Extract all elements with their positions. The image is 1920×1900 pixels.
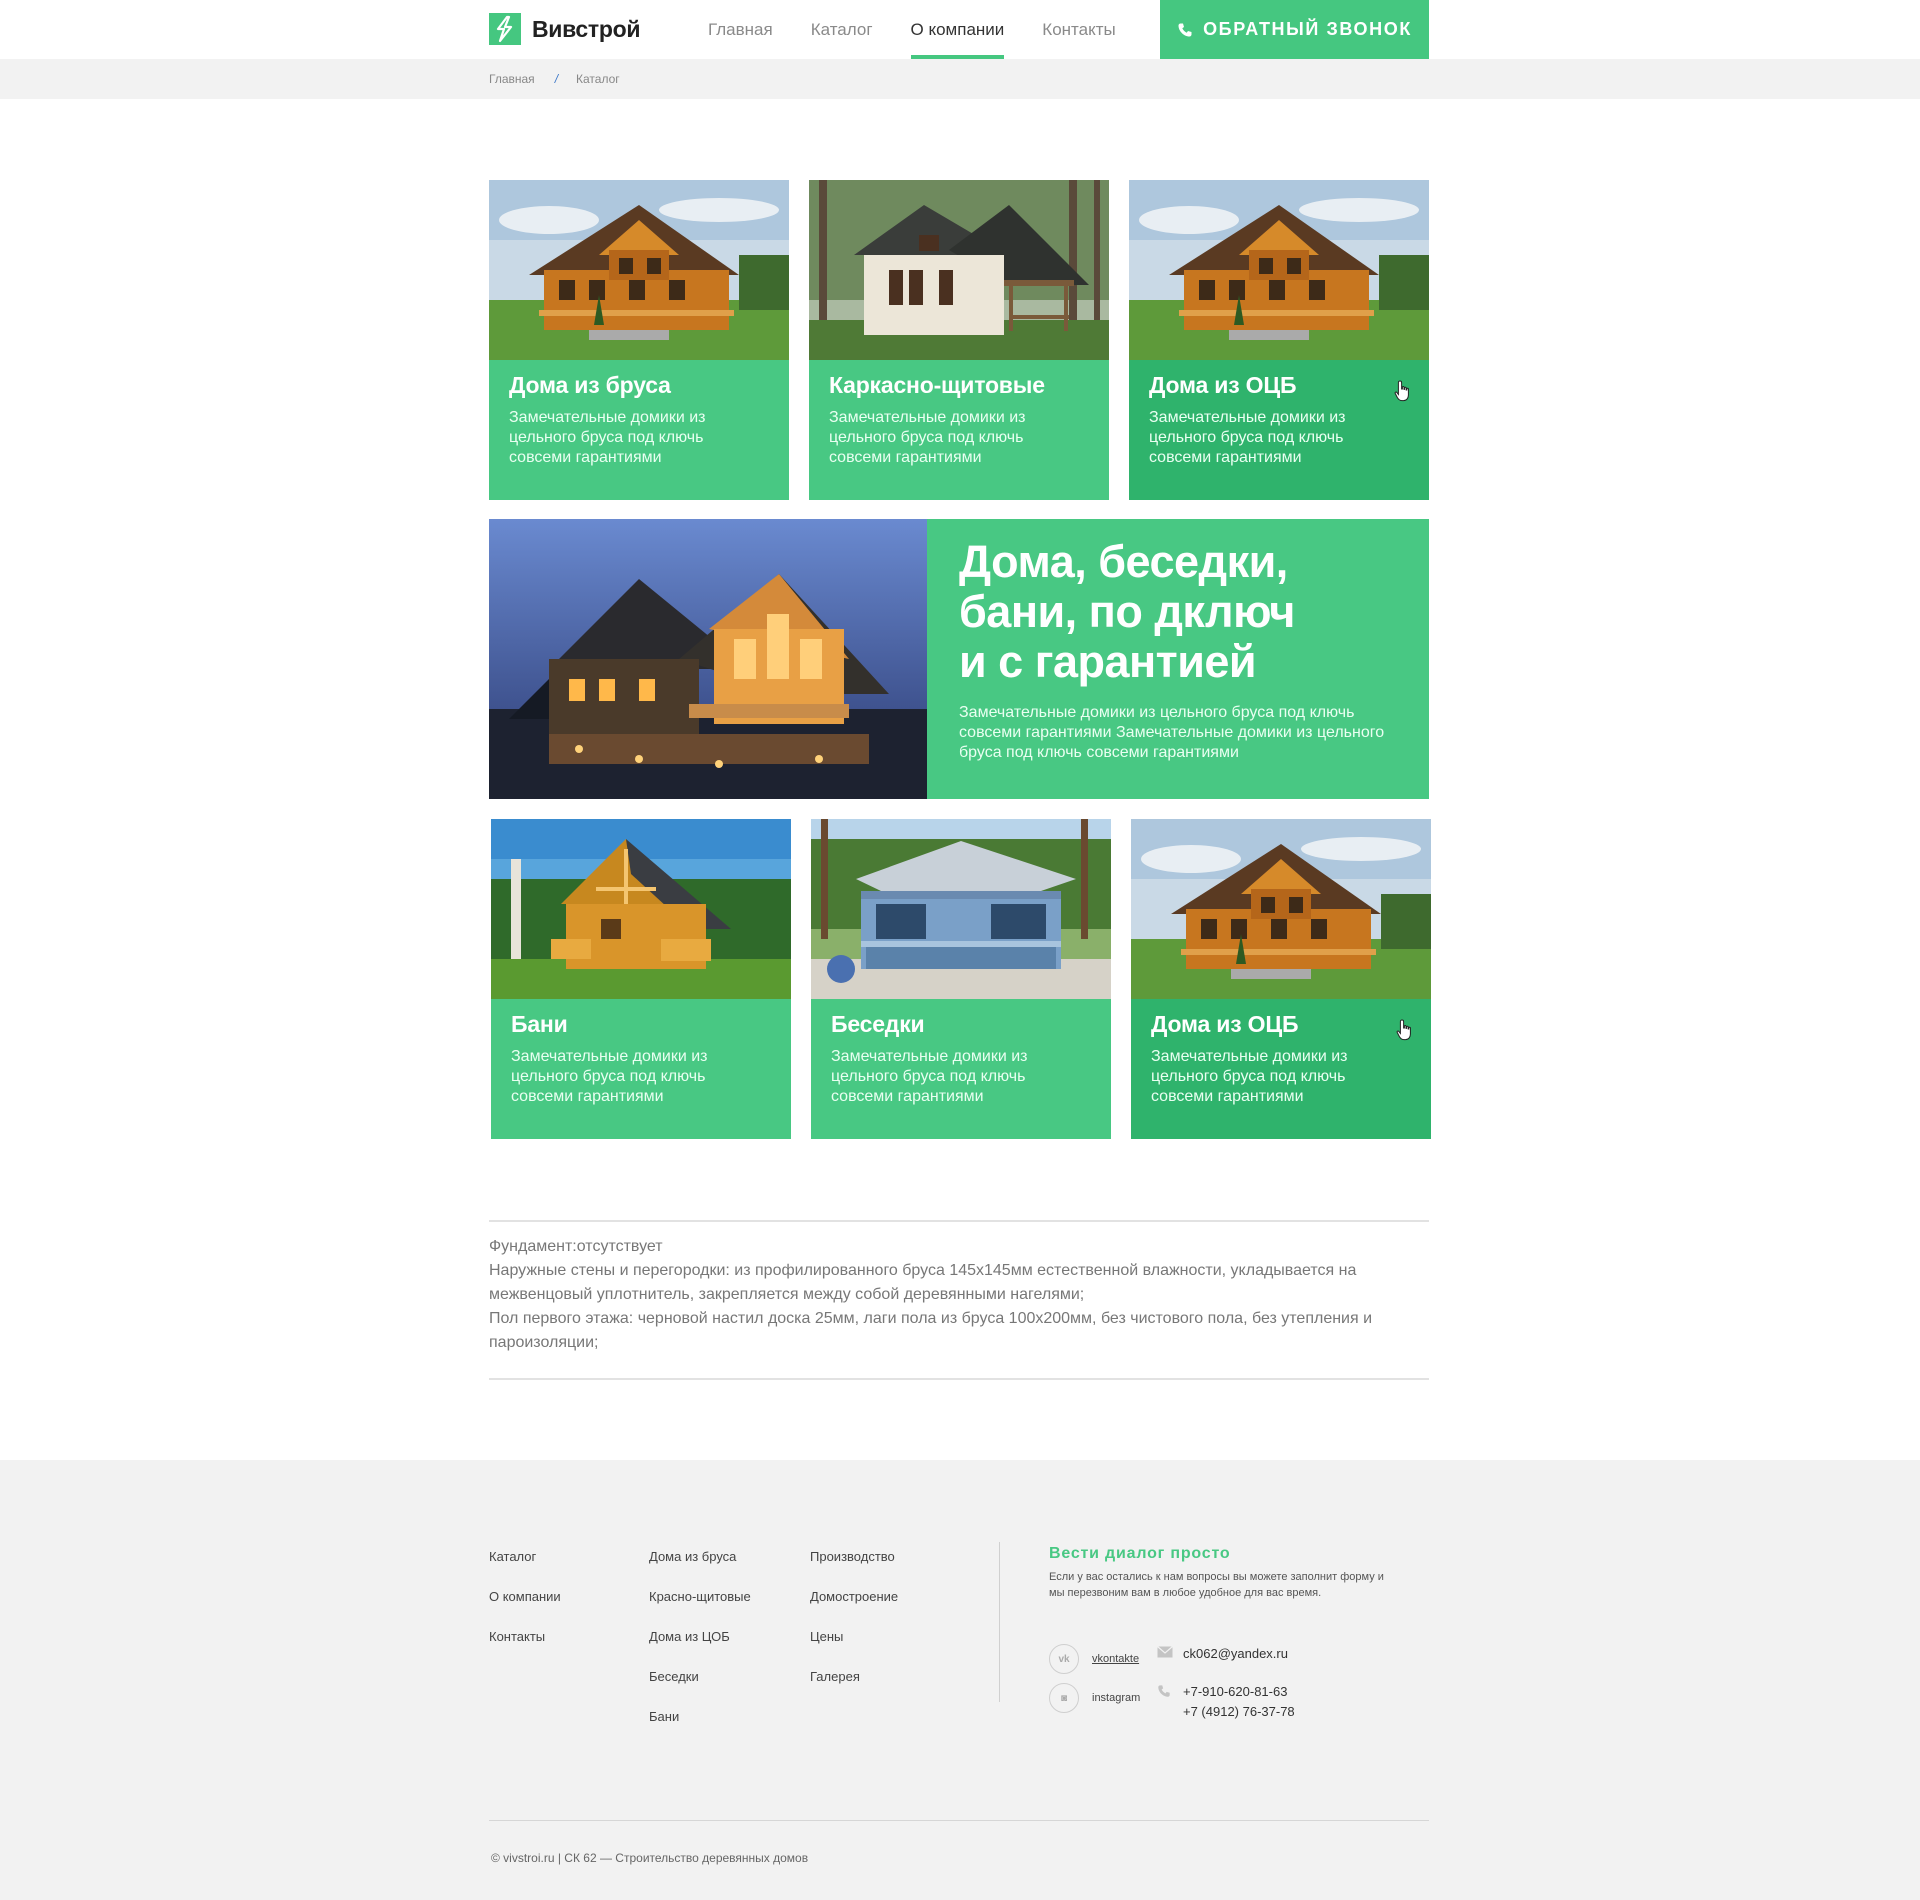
- card-title: Дома из ОЦБ: [1149, 372, 1297, 398]
- footer-link[interactable]: Домостроение: [810, 1588, 898, 1605]
- nav-catalog[interactable]: Каталог: [811, 0, 873, 59]
- promo-title-line: Дома, беседки,: [959, 536, 1288, 587]
- spec-line: пароизоляции;: [489, 1334, 599, 1351]
- card-title: Каркасно-щитовые: [829, 372, 1045, 398]
- catalog-card-frame[interactable]: Каркасно-щитовые Замечательные домики из…: [809, 180, 1109, 500]
- logo-text: Вивстрой: [532, 15, 641, 42]
- social-label: vkontakte: [1092, 1653, 1140, 1665]
- logo-mark-icon: [489, 13, 521, 45]
- bathhouse-photo: [491, 819, 791, 999]
- logo[interactable]: Вивстрой: [489, 13, 641, 45]
- hand-cursor-icon: [1394, 380, 1409, 402]
- main-nav: Главная Каталог О компании Контакты: [708, 0, 1154, 59]
- footer-col-company: Производство Домостроение Цены Галерея: [810, 1548, 898, 1708]
- catalog-card-log-2[interactable]: Дома из ОЦБ Замечательные домики из цель…: [1131, 819, 1431, 1139]
- footer-link[interactable]: Каталог: [489, 1548, 561, 1565]
- divider: [489, 1378, 1429, 1380]
- promo-description: Замечательные домики из цельного бруса п…: [959, 704, 1385, 761]
- footer-link[interactable]: Беседки: [649, 1668, 751, 1685]
- social-label: instagram: [1092, 1692, 1141, 1704]
- house-photo: [1131, 819, 1431, 999]
- breadcrumb: Главная / Каталог: [489, 59, 620, 99]
- phone-icon: [1158, 1685, 1170, 1697]
- footer-rule: [489, 1820, 1429, 1821]
- catalog-card-log[interactable]: Дома из ОЦБ Замечательные домики из цель…: [1129, 180, 1429, 500]
- footer-link[interactable]: Красно-щитовые: [649, 1588, 751, 1605]
- footer-link[interactable]: О компании: [489, 1588, 561, 1605]
- promo-title-line: бани, по дключ: [959, 586, 1295, 637]
- mail-icon: [1157, 1646, 1173, 1658]
- dialog-title: Вести диалог просто: [1049, 1545, 1231, 1562]
- site-header: Вивстрой Главная Каталог О компании Конт…: [0, 0, 1920, 59]
- product-specs: Фундамент:отсутствует Наружные стены и п…: [489, 1235, 1429, 1355]
- card-title: Дома из бруса: [509, 372, 671, 398]
- breadcrumb-bar: Главная / Каталог: [0, 59, 1920, 99]
- contact-email[interactable]: ck062@yandex.ru: [1157, 1644, 1288, 1664]
- card-description: Замечательные домики из цельного бруса п…: [829, 409, 1026, 466]
- nav-about[interactable]: О компании: [910, 0, 1004, 59]
- contact-phones[interactable]: +7-910-620-81-63 +7 (4912) 76-37-78: [1158, 1682, 1295, 1722]
- catalog-card-timber[interactable]: Дома из бруса Замечательные домики из це…: [489, 180, 789, 500]
- gazebo-photo: [811, 819, 1111, 999]
- phone-icon: [1178, 23, 1192, 36]
- card-description: Замечательные домики из цельного бруса п…: [1151, 1048, 1348, 1105]
- footer-link[interactable]: Бани: [649, 1708, 751, 1725]
- house-photo: [489, 180, 789, 360]
- footer-link[interactable]: Цены: [810, 1628, 898, 1645]
- site-footer: Каталог О компании Контакты Дома из брус…: [0, 1460, 1920, 1900]
- breadcrumb-catalog[interactable]: Каталог: [576, 72, 620, 86]
- spec-line: Пол первого этажа: черновой настил доска…: [489, 1310, 1373, 1327]
- phone-number: +7 (4912) 76-37-78: [1183, 1704, 1295, 1719]
- card-description: Замечательные домики из цельного бруса п…: [1149, 409, 1346, 466]
- breadcrumb-home[interactable]: Главная: [489, 72, 535, 86]
- phone-number: +7-910-620-81-63: [1183, 1684, 1288, 1699]
- card-description: Замечательные домики из цельного бруса п…: [509, 409, 706, 466]
- footer-col-catalog: Дома из бруса Красно-щитовые Дома из ЦОБ…: [649, 1548, 751, 1748]
- house-photo: [809, 180, 1109, 360]
- spec-line: Фундамент:отсутствует: [489, 1238, 663, 1255]
- email-text: ck062@yandex.ru: [1183, 1646, 1288, 1661]
- card-title: Бани: [511, 1011, 568, 1037]
- card-title: Беседки: [831, 1011, 925, 1037]
- footer-link[interactable]: Галерея: [810, 1668, 898, 1685]
- nav-home[interactable]: Главная: [708, 0, 773, 59]
- nav-contacts[interactable]: Контакты: [1042, 0, 1115, 59]
- divider: [489, 1220, 1429, 1222]
- promo-title-line: и с гарантией: [959, 636, 1257, 687]
- footer-col-main: Каталог О компании Контакты: [489, 1548, 561, 1668]
- catalog-card-gazebo[interactable]: Беседки Замечательные домики из цельного…: [811, 819, 1111, 1139]
- footer-link[interactable]: Производство: [810, 1548, 898, 1565]
- callback-label: ОБРАТНЫЙ ЗВОНОК: [1203, 19, 1412, 39]
- card-description: Замечательные домики из цельного бруса п…: [831, 1048, 1028, 1105]
- promo-banner: Дома, беседки, бани, по дключ и с гарант…: [489, 519, 1429, 799]
- vk-icon: vk: [1049, 1644, 1079, 1674]
- footer-link[interactable]: Дома из бруса: [649, 1548, 751, 1565]
- catalog-card-bathhouse[interactable]: Бани Замечательные домики из цельного бр…: [491, 819, 791, 1139]
- dialog-text: Если у вас остались к нам вопросы вы мож…: [1049, 1571, 1384, 1599]
- social-instagram-link[interactable]: ◙ instagram: [1049, 1683, 1140, 1713]
- social-vk-link[interactable]: vk vkontakte: [1049, 1644, 1139, 1674]
- promo-title: Дома, беседки, бани, по дключ и с гарант…: [959, 537, 1379, 687]
- breadcrumb-separator: /: [554, 72, 559, 86]
- spec-line: Наружные стены и перегородки: из профили…: [489, 1262, 1357, 1279]
- copyright: © vivstroi.ru | СК 62 — Строительство де…: [491, 1851, 809, 1865]
- footer-divider: [999, 1542, 1000, 1702]
- callback-button[interactable]: ОБРАТНЫЙ ЗВОНОК: [1160, 0, 1429, 59]
- card-description: Замечательные домики из цельного бруса п…: [511, 1048, 708, 1105]
- card-title: Дома из ОЦБ: [1151, 1011, 1299, 1037]
- house-photo: [1129, 180, 1429, 360]
- footer-link[interactable]: Контакты: [489, 1628, 561, 1645]
- spec-line: межвенцовый уплотнитель, закрепляется ме…: [489, 1286, 1085, 1303]
- hand-cursor-icon: [1396, 1019, 1411, 1041]
- instagram-icon: ◙: [1049, 1683, 1079, 1713]
- promo-photo: [489, 519, 927, 799]
- footer-link[interactable]: Дома из ЦОБ: [649, 1628, 751, 1645]
